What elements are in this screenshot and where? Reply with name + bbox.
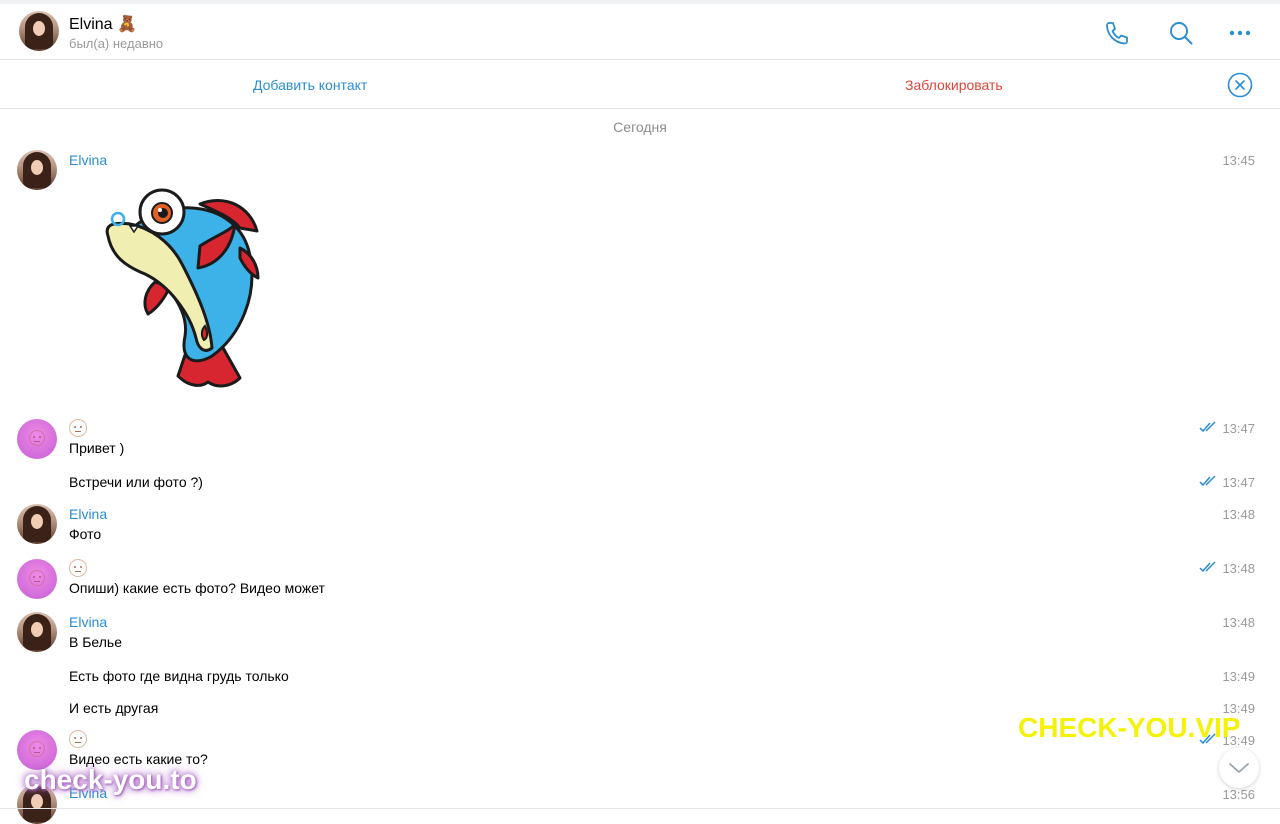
avatar[interactable]	[17, 612, 57, 652]
message-text: В Белье	[69, 634, 122, 650]
message-time: 13:56	[1222, 787, 1255, 802]
message-time: 13:45	[1222, 153, 1255, 168]
message-time: 13:48	[1222, 561, 1255, 576]
contact-status: был(а) недавно	[69, 36, 164, 51]
more-icon[interactable]	[1226, 19, 1254, 47]
message-time: 13:47	[1222, 475, 1255, 490]
my-avatar[interactable]	[17, 419, 57, 459]
block-button[interactable]: Заблокировать	[905, 77, 1003, 93]
composer-divider	[0, 808, 1280, 809]
message-text: Опиши) какие есть фото? Видео может	[69, 580, 325, 596]
message-time: 13:47	[1222, 421, 1255, 436]
message-time: 13:49	[1222, 669, 1255, 684]
add-contact-button[interactable]: Добавить контакт	[253, 77, 367, 93]
my-avatar[interactable]	[17, 559, 57, 599]
date-separator: Сегодня	[613, 119, 667, 135]
chevron-down-icon	[1229, 763, 1249, 773]
message-text: Есть фото где видна грудь только	[69, 668, 289, 684]
avatar[interactable]	[17, 504, 57, 544]
contact-name[interactable]: Elvina 🧸	[69, 14, 137, 34]
contact-avatar[interactable]	[19, 11, 59, 51]
message-text: И есть другая	[69, 700, 159, 716]
sender-name[interactable]: Elvina	[69, 614, 107, 630]
sender-name[interactable]: Elvina	[69, 506, 107, 522]
fish-sticker[interactable]	[100, 186, 265, 396]
close-icon[interactable]	[1227, 72, 1253, 98]
sender-name[interactable]: Elvina	[69, 152, 107, 168]
my-name-emoji-icon[interactable]	[69, 559, 87, 577]
read-checkmarks-icon	[1199, 561, 1216, 573]
message-text: Фото	[69, 526, 102, 542]
my-name-emoji-icon[interactable]	[69, 730, 87, 748]
phone-icon[interactable]	[1103, 19, 1131, 47]
chat-header: Elvina 🧸 был(а) недавно	[0, 4, 1280, 60]
avatar[interactable]	[17, 150, 57, 190]
message-text: Встречи или фото ?)	[69, 474, 203, 490]
scroll-down-button[interactable]	[1219, 748, 1259, 788]
search-icon[interactable]	[1167, 19, 1195, 47]
contact-action-bar: Добавить контакт Заблокировать	[0, 60, 1280, 109]
watermark-left: check-you.to	[24, 764, 197, 795]
message-time: 13:48	[1222, 507, 1255, 522]
read-checkmarks-icon	[1199, 421, 1216, 433]
watermark-right: CHECK-YOU.VIP	[1018, 712, 1241, 743]
message-time: 13:48	[1222, 615, 1255, 630]
my-name-emoji-icon[interactable]	[69, 419, 87, 437]
read-checkmarks-icon	[1199, 475, 1216, 487]
message-text: Привет )	[69, 440, 125, 456]
